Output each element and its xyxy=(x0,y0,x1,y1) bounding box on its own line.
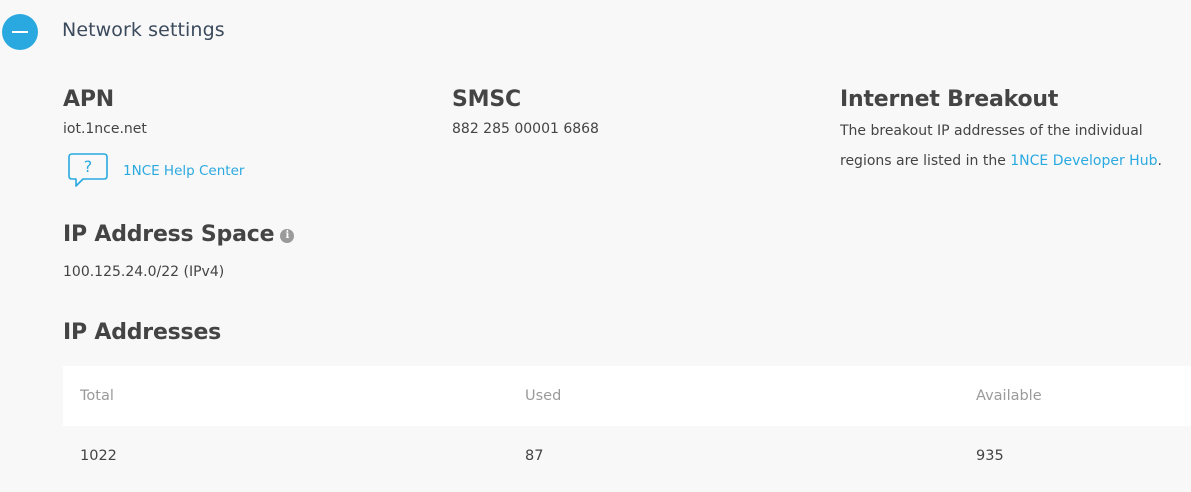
column-header-total: Total xyxy=(80,388,114,404)
ip-addresses-title: IP Addresses xyxy=(63,320,222,345)
minus-icon xyxy=(12,31,28,33)
column-header-available: Available xyxy=(976,388,1042,404)
cell-used: 87 xyxy=(525,448,544,464)
ip-address-space-value: 100.125.24.0/22 (IPv4) xyxy=(63,264,225,280)
ip-address-space-title: IP Address Space xyxy=(63,222,275,247)
internet-breakout-text: The breakout IP addresses of the individ… xyxy=(840,116,1185,176)
smsc-title: SMSC xyxy=(452,87,521,112)
cell-total: 1022 xyxy=(80,448,117,464)
help-bubble-icon: ? xyxy=(68,153,108,187)
svg-text:?: ? xyxy=(84,157,93,176)
help-center-label: 1NCE Help Center xyxy=(123,163,245,179)
apn-title: APN xyxy=(63,87,114,112)
column-header-used: Used xyxy=(525,388,562,404)
internet-breakout-text-after: . xyxy=(1157,153,1162,169)
smsc-value: 882 285 00001 6868 xyxy=(452,121,599,137)
cell-available: 935 xyxy=(976,448,1004,464)
collapse-button[interactable] xyxy=(2,14,38,50)
network-settings-panel: Network settings APN iot.1nce.net ? 1NCE… xyxy=(0,0,1191,492)
developer-hub-link[interactable]: 1NCE Developer Hub xyxy=(1010,153,1157,169)
help-center-link[interactable]: ? 1NCE Help Center xyxy=(67,152,244,190)
info-icon[interactable]: i xyxy=(280,228,295,243)
ip-addresses-table: Total Used Available 1022 87 935 xyxy=(63,366,1191,492)
table-header-row: Total Used Available xyxy=(63,366,1191,426)
ip-address-space-heading: IP Address Space i xyxy=(63,222,295,247)
table-row: 1022 87 935 xyxy=(63,426,1191,486)
section-title: Network settings xyxy=(62,19,225,41)
apn-value: iot.1nce.net xyxy=(63,121,147,137)
internet-breakout-title: Internet Breakout xyxy=(840,87,1059,112)
